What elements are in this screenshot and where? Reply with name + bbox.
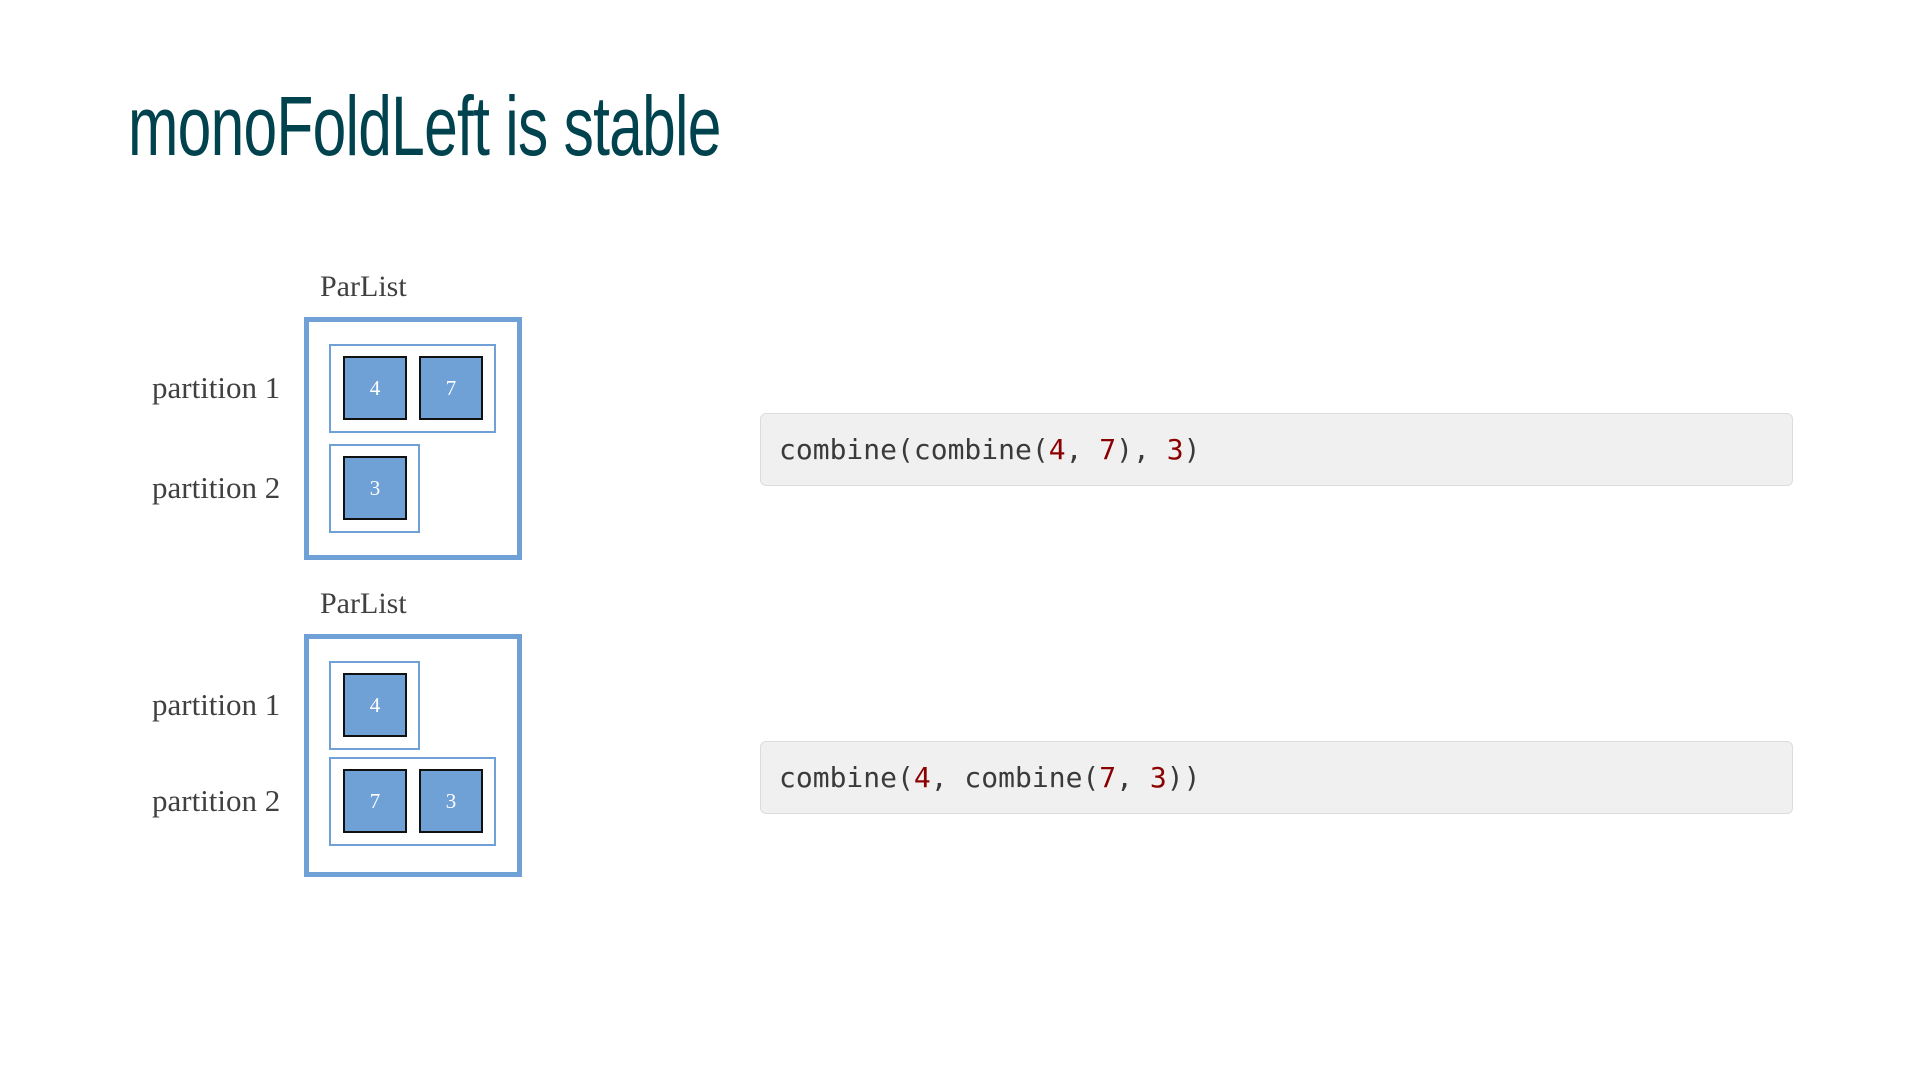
parlist-label: ParList — [320, 270, 407, 303]
element-cell: 7 — [343, 769, 407, 833]
code-text: combine(combine( — [779, 433, 1049, 466]
code-number: 7 — [1099, 433, 1117, 466]
partition-label: partition 1 — [152, 687, 281, 722]
code-text: , — [1116, 761, 1150, 794]
code-number: 3 — [1149, 761, 1167, 794]
partition-label: partition 1 — [152, 370, 281, 405]
code-block: combine(4, combine(7, 3)) — [760, 741, 1793, 814]
element-cell: 4 — [343, 356, 407, 420]
code-text: ), — [1116, 433, 1167, 466]
slide-title: monoFoldLeft is stable — [128, 79, 721, 173]
code-text: , — [1065, 433, 1100, 466]
code-text: , combine( — [930, 761, 1100, 794]
element-cell: 3 — [343, 456, 407, 520]
element-cell: 7 — [419, 356, 483, 420]
partition-label: partition 2 — [152, 783, 281, 818]
code-block: combine(combine(4, 7), 3) — [760, 413, 1793, 486]
code-number: 4 — [1048, 433, 1066, 466]
element-cell: 4 — [343, 673, 407, 737]
partition-label: partition 2 — [152, 470, 281, 505]
code-text: )) — [1166, 761, 1201, 794]
code-text: ) — [1183, 433, 1201, 466]
code-text: combine( — [779, 761, 914, 794]
code-number: 3 — [1166, 433, 1184, 466]
parlist-label: ParList — [320, 587, 407, 620]
element-cell: 3 — [419, 769, 483, 833]
code-number: 4 — [913, 761, 931, 794]
code-number: 7 — [1099, 761, 1117, 794]
